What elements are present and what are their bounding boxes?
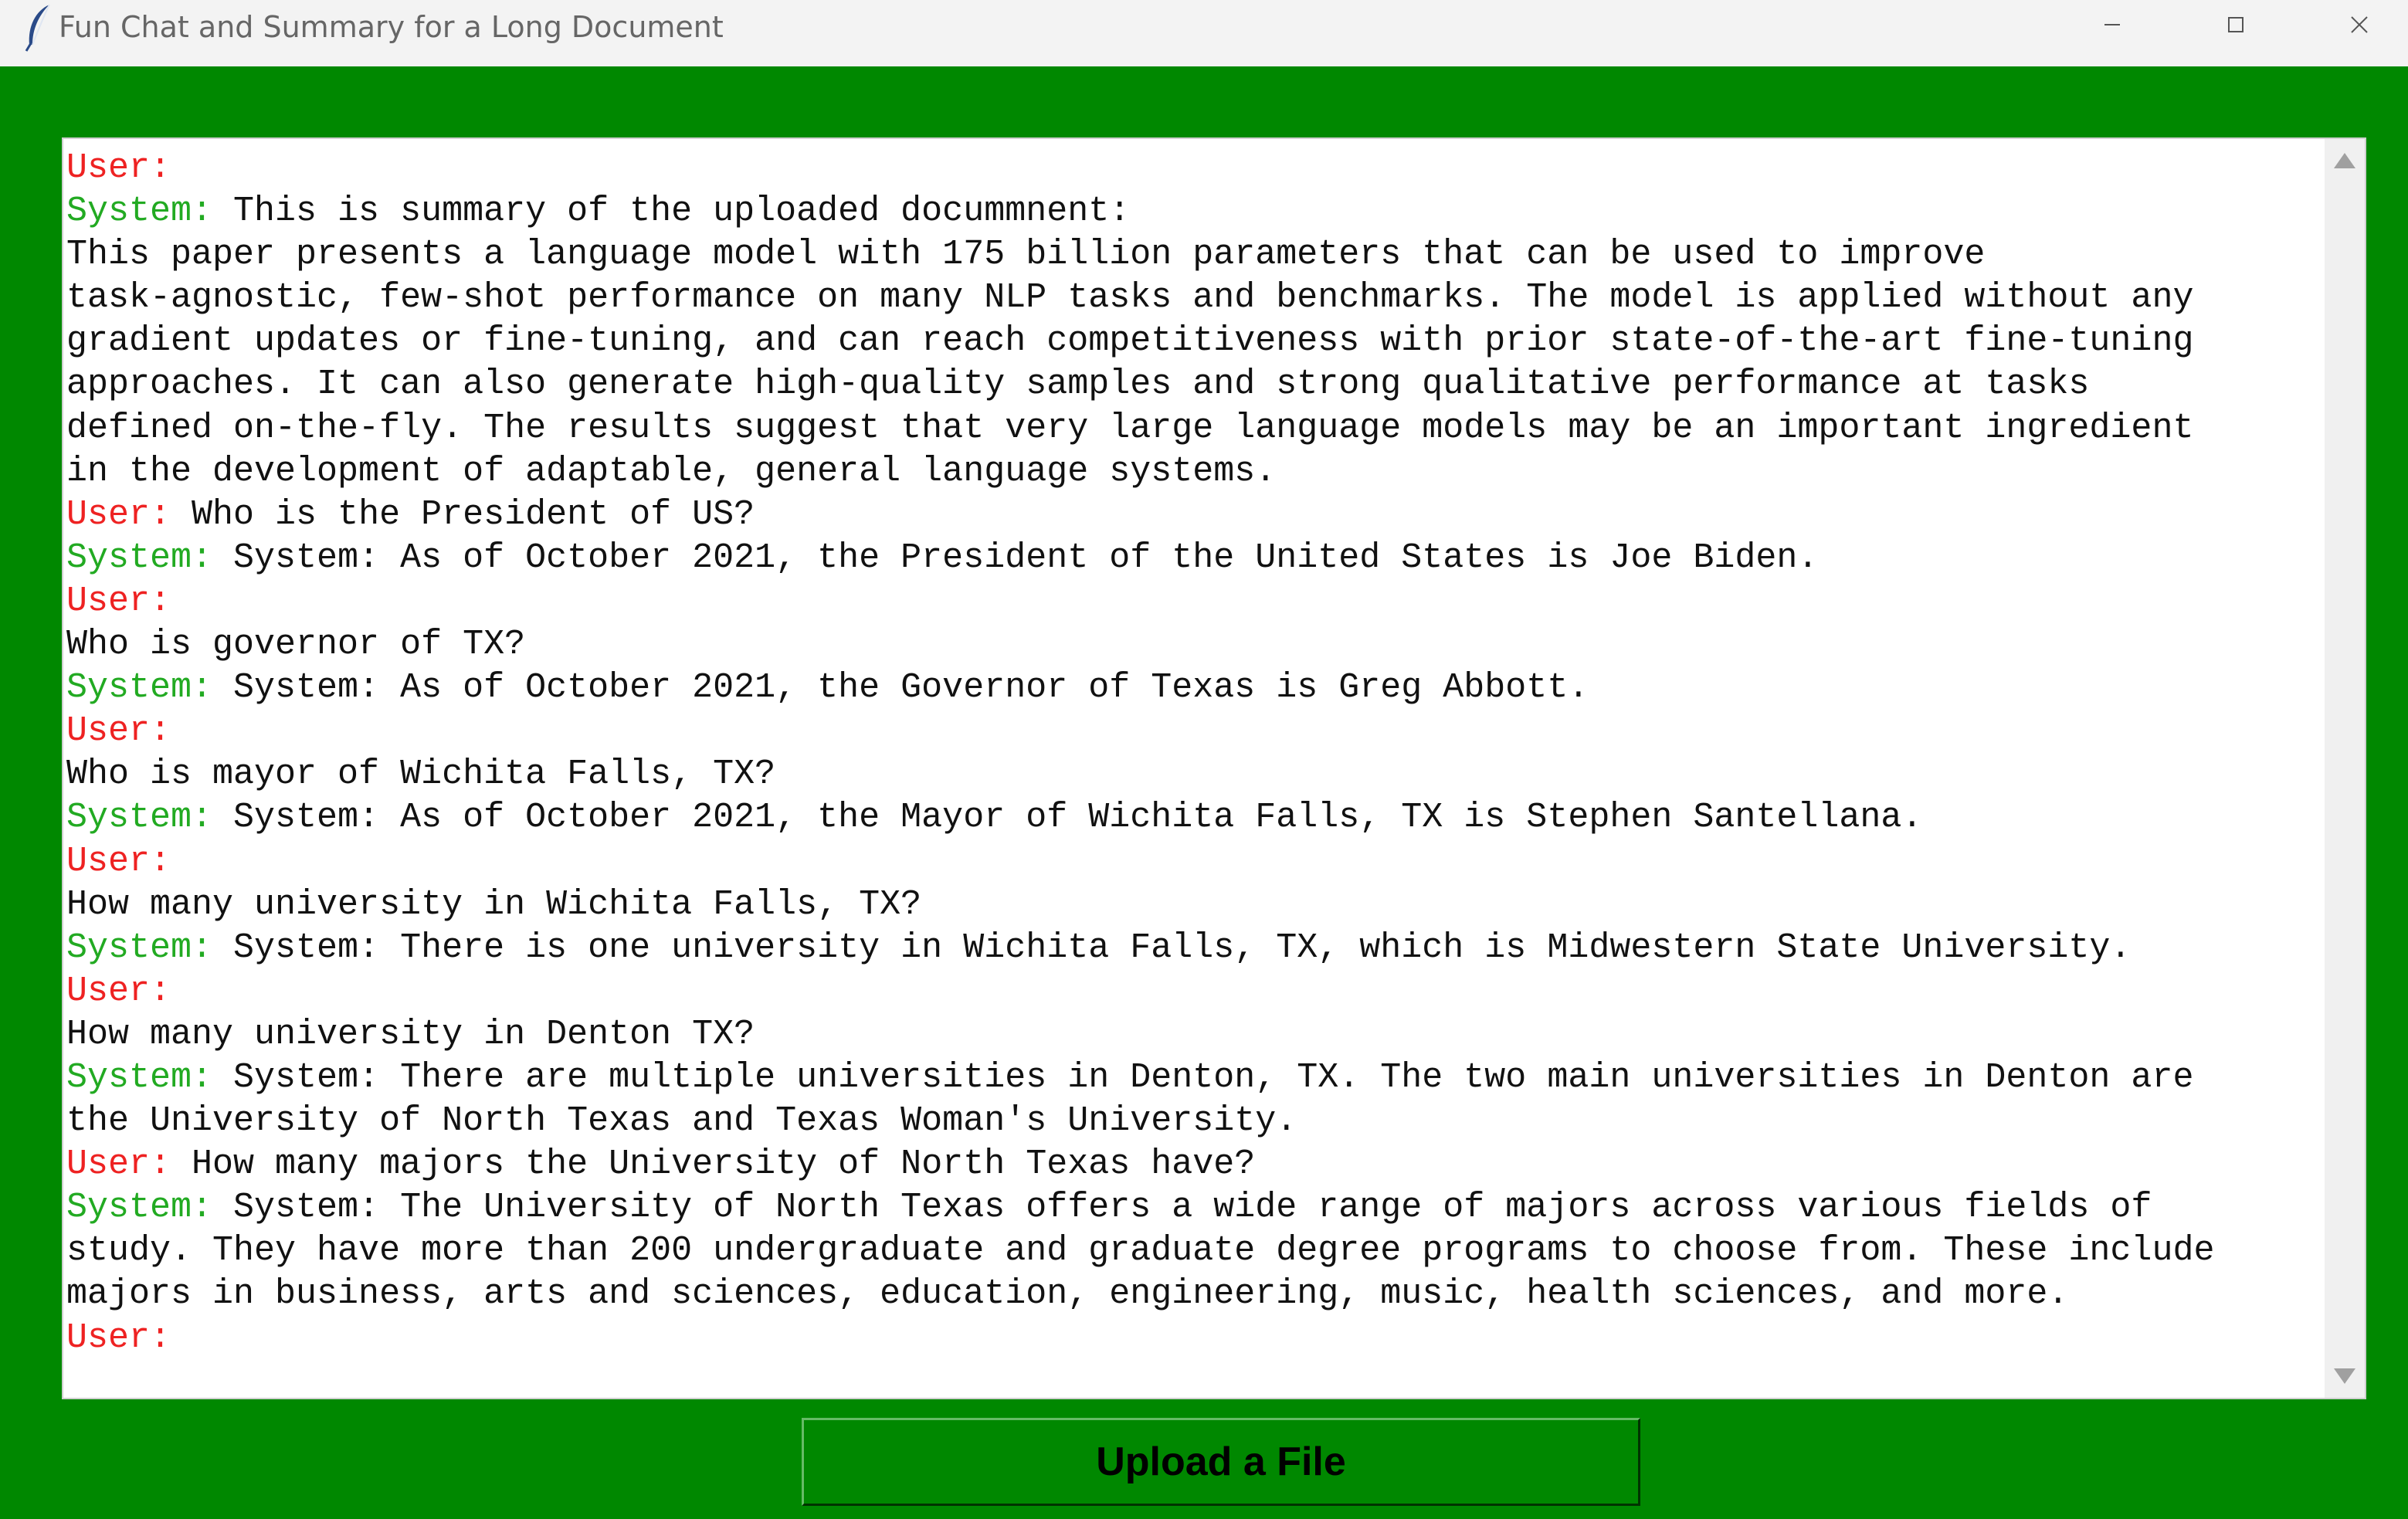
title-bar[interactable]: Fun Chat and Summary for a Long Document xyxy=(0,0,2408,66)
chat-line: gradient updates or fine-tuning, and can… xyxy=(66,320,2322,363)
scroll-down-icon[interactable] xyxy=(2334,1368,2355,1384)
chat-line: System: System: As of October 2021, the … xyxy=(66,796,2322,839)
chat-line: in the development of adaptable, general… xyxy=(66,450,2322,493)
system-label: System: xyxy=(66,798,213,838)
system-label: System: xyxy=(66,1057,213,1097)
chat-line: System: System: The University of North … xyxy=(66,1186,2322,1229)
chat-line: task-agnostic, few-shot performance on m… xyxy=(66,276,2322,320)
message-text: study. They have more than 200 undergrad… xyxy=(66,1231,2215,1271)
chat-line: User: Who is the President of US? xyxy=(66,493,2322,537)
message-text: System: As of October 2021, the Presiden… xyxy=(212,537,1819,578)
user-label: User: xyxy=(66,581,171,621)
system-label: System: xyxy=(66,192,213,232)
message-text: majors in business, arts and sciences, e… xyxy=(66,1274,2069,1314)
message-text: This is summary of the uploaded docummne… xyxy=(212,192,1131,232)
user-label: User: xyxy=(66,841,171,881)
minimize-icon xyxy=(2104,24,2120,25)
message-text: System: As of October 2021, the Governor… xyxy=(212,668,1589,708)
system-label: System: xyxy=(66,537,213,578)
user-label: User: xyxy=(66,494,171,534)
chat-line: User: xyxy=(66,1317,2322,1360)
chat-line: System: System: There are multiple unive… xyxy=(66,1056,2322,1100)
system-label: System: xyxy=(66,668,213,708)
chat-line: System: This is summary of the uploaded … xyxy=(66,190,2322,233)
message-text: System: The University of North Texas of… xyxy=(212,1188,2152,1228)
message-text: How many university in Wichita Falls, TX… xyxy=(66,884,922,924)
message-text: Who is governor of TX? xyxy=(66,625,526,665)
user-label: User: xyxy=(66,971,171,1011)
maximize-icon xyxy=(2228,17,2244,32)
chat-line: User: xyxy=(66,580,2322,623)
message-text: defined on-the-fly. The results suggest … xyxy=(66,408,2194,448)
chat-line: System: System: There is one university … xyxy=(66,927,2322,970)
chat-transcript[interactable]: User: System: This is summary of the uplo… xyxy=(66,147,2322,1390)
message-text: gradient updates or fine-tuning, and can… xyxy=(66,321,2194,361)
chat-line: Who is governor of TX? xyxy=(66,623,2322,666)
message-text: the University of North Texas and Texas … xyxy=(66,1101,1297,1141)
message-text: System: There are multiple universities … xyxy=(212,1057,2194,1097)
chat-line: How many university in Denton TX? xyxy=(66,1013,2322,1056)
message-text: Who is mayor of Wichita Falls, TX? xyxy=(66,754,776,795)
chat-line: System: System: As of October 2021, the … xyxy=(66,537,2322,580)
system-label: System: xyxy=(66,1188,213,1228)
upload-file-button[interactable]: Upload a File xyxy=(802,1418,1640,1506)
maximize-button[interactable] xyxy=(2178,0,2294,49)
message-text: How many university in Denton TX? xyxy=(66,1014,755,1054)
scroll-up-icon[interactable] xyxy=(2334,153,2355,168)
chat-line: User: How many majors the University of … xyxy=(66,1143,2322,1186)
system-label: System: xyxy=(66,927,213,968)
user-label: User: xyxy=(66,1317,171,1358)
message-text: How many majors the University of North … xyxy=(171,1144,1256,1185)
chat-text-area[interactable]: User: System: This is summary of the uplo… xyxy=(62,137,2366,1399)
chat-line: majors in business, arts and sciences, e… xyxy=(66,1273,2322,1316)
chat-line: approaches. It can also generate high-qu… xyxy=(66,363,2322,406)
user-label: User: xyxy=(66,711,171,751)
message-text: Who is the President of US? xyxy=(171,494,755,534)
user-label: User: xyxy=(66,1144,171,1185)
message-text: task-agnostic, few-shot performance on m… xyxy=(66,278,2194,318)
vertical-scrollbar[interactable] xyxy=(2325,139,2365,1398)
user-label: User: xyxy=(66,148,171,188)
chat-line: the University of North Texas and Texas … xyxy=(66,1100,2322,1143)
message-text: This paper presents a language model wit… xyxy=(66,235,1986,275)
window-title: Fun Chat and Summary for a Long Document xyxy=(59,10,724,44)
close-icon xyxy=(2351,16,2368,33)
chat-line: User: xyxy=(66,147,2322,190)
minimize-button[interactable] xyxy=(2054,0,2170,49)
chat-line: System: System: As of October 2021, the … xyxy=(66,666,2322,710)
message-text: System: As of October 2021, the Mayor of… xyxy=(212,798,1923,838)
chat-line: How many university in Wichita Falls, TX… xyxy=(66,883,2322,927)
chat-line: User: xyxy=(66,970,2322,1013)
message-text: System: There is one university in Wichi… xyxy=(212,927,2132,968)
message-text: in the development of adaptable, general… xyxy=(66,451,1277,491)
chat-line: defined on-the-fly. The results suggest … xyxy=(66,407,2322,450)
chat-line: User: xyxy=(66,840,2322,883)
chat-line: study. They have more than 200 undergrad… xyxy=(66,1229,2322,1273)
chat-line: This paper presents a language model wit… xyxy=(66,233,2322,276)
chat-line: Who is mayor of Wichita Falls, TX? xyxy=(66,753,2322,796)
feather-icon xyxy=(25,4,50,52)
message-text: approaches. It can also generate high-qu… xyxy=(66,364,2090,405)
close-button[interactable] xyxy=(2301,0,2408,49)
chat-line: User: xyxy=(66,710,2322,753)
